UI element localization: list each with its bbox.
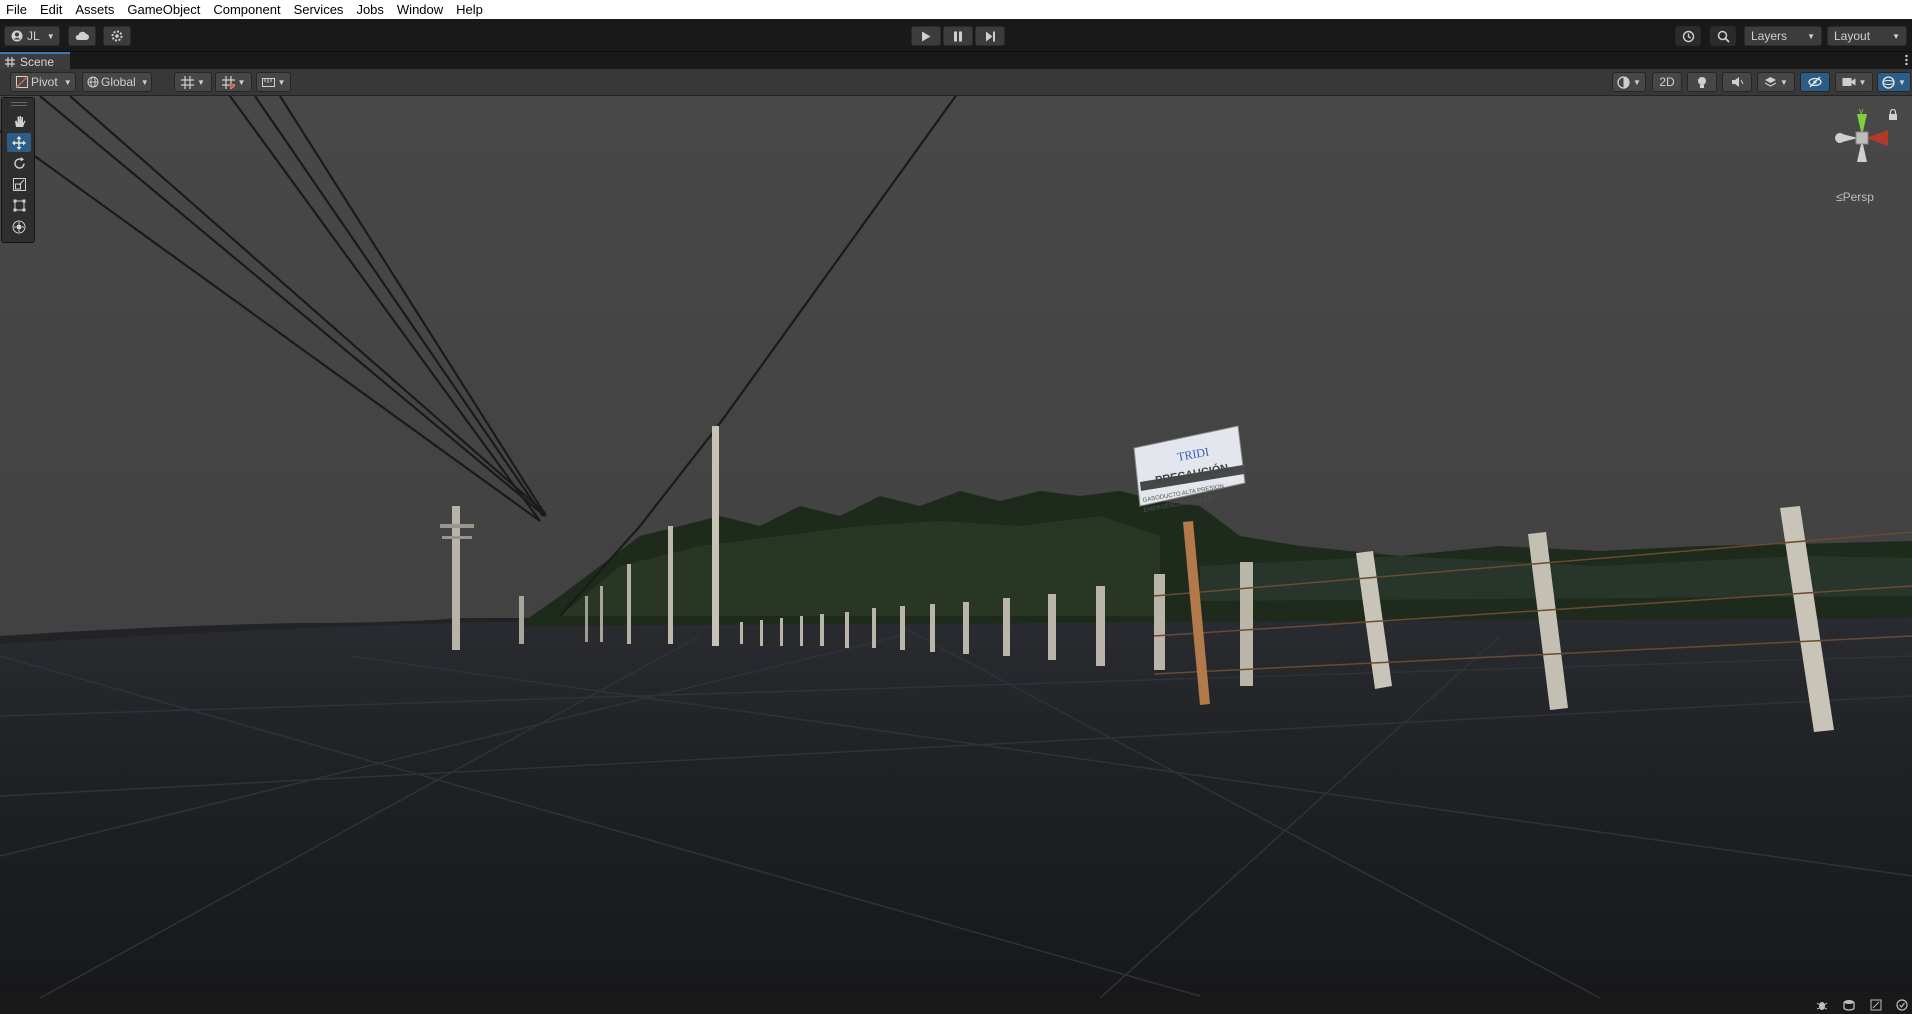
rotate-icon bbox=[13, 157, 25, 169]
history-button[interactable] bbox=[1675, 26, 1701, 46]
rotate-tool-button[interactable] bbox=[7, 154, 31, 173]
chevron-down-icon: ▼ bbox=[1780, 77, 1788, 87]
pause-icon bbox=[954, 31, 962, 41]
cloud-icon bbox=[75, 31, 89, 40]
ruler-icon bbox=[261, 78, 275, 87]
layout-dropdown[interactable]: Layout ▼ bbox=[1827, 26, 1907, 46]
grid-snap-icon bbox=[181, 75, 195, 89]
scale-tool-button[interactable] bbox=[7, 175, 31, 194]
scene-toolbar: Pivot ▼ Global ▼ ▼ ▼ ▼ ▼ 2D ▼ ▼ ▼ bbox=[0, 69, 1912, 96]
camera-icon bbox=[1842, 78, 1856, 86]
menu-window[interactable]: Window bbox=[391, 0, 450, 19]
menu-edit[interactable]: Edit bbox=[34, 0, 69, 19]
chevron-down-icon: ▼ bbox=[1633, 77, 1641, 87]
global-label: Global bbox=[101, 75, 136, 89]
effects-dropdown[interactable]: ▼ bbox=[1757, 72, 1795, 92]
menu-help[interactable]: Help bbox=[450, 0, 490, 19]
hidden-eye-icon bbox=[1808, 76, 1822, 88]
move-tool-button[interactable] bbox=[7, 133, 31, 152]
grid-snap-dropdown[interactable]: ▼ bbox=[174, 72, 212, 92]
global-dropdown[interactable]: Global ▼ bbox=[82, 72, 152, 92]
tab-scene[interactable]: Scene bbox=[0, 52, 70, 69]
transform-icon bbox=[12, 220, 26, 233]
layers-stack-icon bbox=[1764, 77, 1777, 87]
chevron-down-icon: ▼ bbox=[46, 31, 55, 41]
gizmo-sphere-icon bbox=[1882, 75, 1895, 89]
more-options-icon[interactable] bbox=[1905, 54, 1908, 66]
menu-component[interactable]: Component bbox=[207, 0, 287, 19]
scene-render: TRIDI PRECAUCIÓN GASODUCTO ALTA PRESION … bbox=[0, 96, 1912, 998]
scene-visibility-toggle[interactable] bbox=[1800, 72, 1830, 92]
pause-button[interactable] bbox=[943, 26, 973, 46]
menu-assets[interactable]: Assets bbox=[69, 0, 121, 19]
tool-palette bbox=[1, 97, 35, 243]
scene-grid-icon bbox=[5, 56, 15, 67]
cloud-button[interactable] bbox=[68, 26, 96, 46]
account-button[interactable]: JL ▼ bbox=[4, 26, 60, 46]
layers-label: Layers bbox=[1751, 29, 1788, 43]
ruler-dropdown[interactable]: ▼ bbox=[256, 72, 291, 92]
lock-icon[interactable] bbox=[1888, 108, 1898, 123]
search-button[interactable] bbox=[1710, 26, 1736, 46]
layers-dropdown[interactable]: Layers ▼ bbox=[1744, 26, 1822, 46]
camera-dropdown[interactable]: ▼ bbox=[1835, 72, 1873, 92]
shading-mode-dropdown[interactable]: ▼ bbox=[1612, 72, 1646, 92]
move-arrows-icon bbox=[12, 135, 26, 150]
layout-label: Layout bbox=[1834, 29, 1871, 43]
menu-services[interactable]: Services bbox=[288, 0, 351, 19]
transform-tool-button[interactable] bbox=[7, 217, 31, 236]
toggle-2d-button[interactable]: 2D bbox=[1652, 72, 1682, 92]
menu-gameobject[interactable]: GameObject bbox=[121, 0, 207, 19]
audio-toggle[interactable] bbox=[1722, 72, 1752, 92]
hand-tool-button[interactable] bbox=[7, 112, 31, 131]
chevron-down-icon: ▼ bbox=[1807, 31, 1815, 41]
hand-icon bbox=[14, 116, 25, 127]
globe-icon bbox=[87, 76, 99, 88]
chevron-down-icon: ▼ bbox=[63, 77, 72, 87]
lightbulb-icon bbox=[1698, 76, 1706, 88]
speaker-icon bbox=[1731, 77, 1743, 87]
chevron-down-icon: ▼ bbox=[197, 77, 205, 87]
settings-gear-icon bbox=[111, 30, 123, 42]
gizmos-dropdown[interactable]: ▼ bbox=[1877, 72, 1911, 92]
step-icon bbox=[985, 31, 995, 41]
chevron-down-icon: ▼ bbox=[1892, 31, 1900, 41]
pivot-icon bbox=[16, 76, 28, 88]
toggle-2d-label: 2D bbox=[1659, 75, 1675, 89]
svg-text:y: y bbox=[1859, 106, 1864, 116]
chevron-down-icon: ▼ bbox=[1898, 77, 1906, 87]
step-button[interactable] bbox=[975, 26, 1005, 46]
main-toolbar: JL ▼ Layers ▼ Layout ▼ bbox=[0, 19, 1912, 52]
scale-icon bbox=[12, 178, 26, 191]
menu-bar: File Edit Assets GameObject Component Se… bbox=[0, 0, 1912, 19]
account-label: JL bbox=[27, 29, 40, 43]
status-bar bbox=[0, 998, 1912, 1012]
play-button[interactable] bbox=[911, 26, 941, 46]
pivot-label: Pivot bbox=[31, 75, 58, 89]
rect-tool-button[interactable] bbox=[7, 196, 31, 215]
collab-button[interactable] bbox=[103, 26, 131, 46]
chevron-down-icon: ▼ bbox=[277, 77, 286, 87]
pivot-dropdown[interactable]: Pivot ▼ bbox=[10, 72, 76, 92]
scene-viewport[interactable]: TRIDI PRECAUCIÓN GASODUCTO ALTA PRESION … bbox=[0, 96, 1912, 998]
chevron-down-icon: ▼ bbox=[140, 77, 149, 87]
lighting-toggle[interactable] bbox=[1687, 72, 1717, 92]
account-icon bbox=[11, 30, 23, 42]
increment-snap-dropdown[interactable]: ▼ bbox=[215, 72, 252, 92]
projection-label[interactable]: ≤Persp bbox=[1836, 190, 1874, 204]
chevron-down-icon: ▼ bbox=[237, 77, 246, 87]
play-icon bbox=[922, 31, 931, 41]
drag-handle[interactable] bbox=[11, 102, 27, 106]
shaded-sphere-icon bbox=[1617, 75, 1630, 89]
increment-snap-icon bbox=[221, 75, 235, 89]
menu-jobs[interactable]: Jobs bbox=[350, 0, 390, 19]
tab-scene-label: Scene bbox=[20, 54, 55, 69]
chevron-down-icon: ▼ bbox=[1858, 77, 1867, 87]
search-icon bbox=[1717, 30, 1730, 43]
rect-transform-icon bbox=[13, 199, 25, 212]
ground-plane bbox=[0, 610, 1912, 998]
menu-file[interactable]: File bbox=[0, 0, 34, 19]
tab-bar: Scene bbox=[0, 52, 1912, 69]
history-icon bbox=[1682, 30, 1694, 42]
